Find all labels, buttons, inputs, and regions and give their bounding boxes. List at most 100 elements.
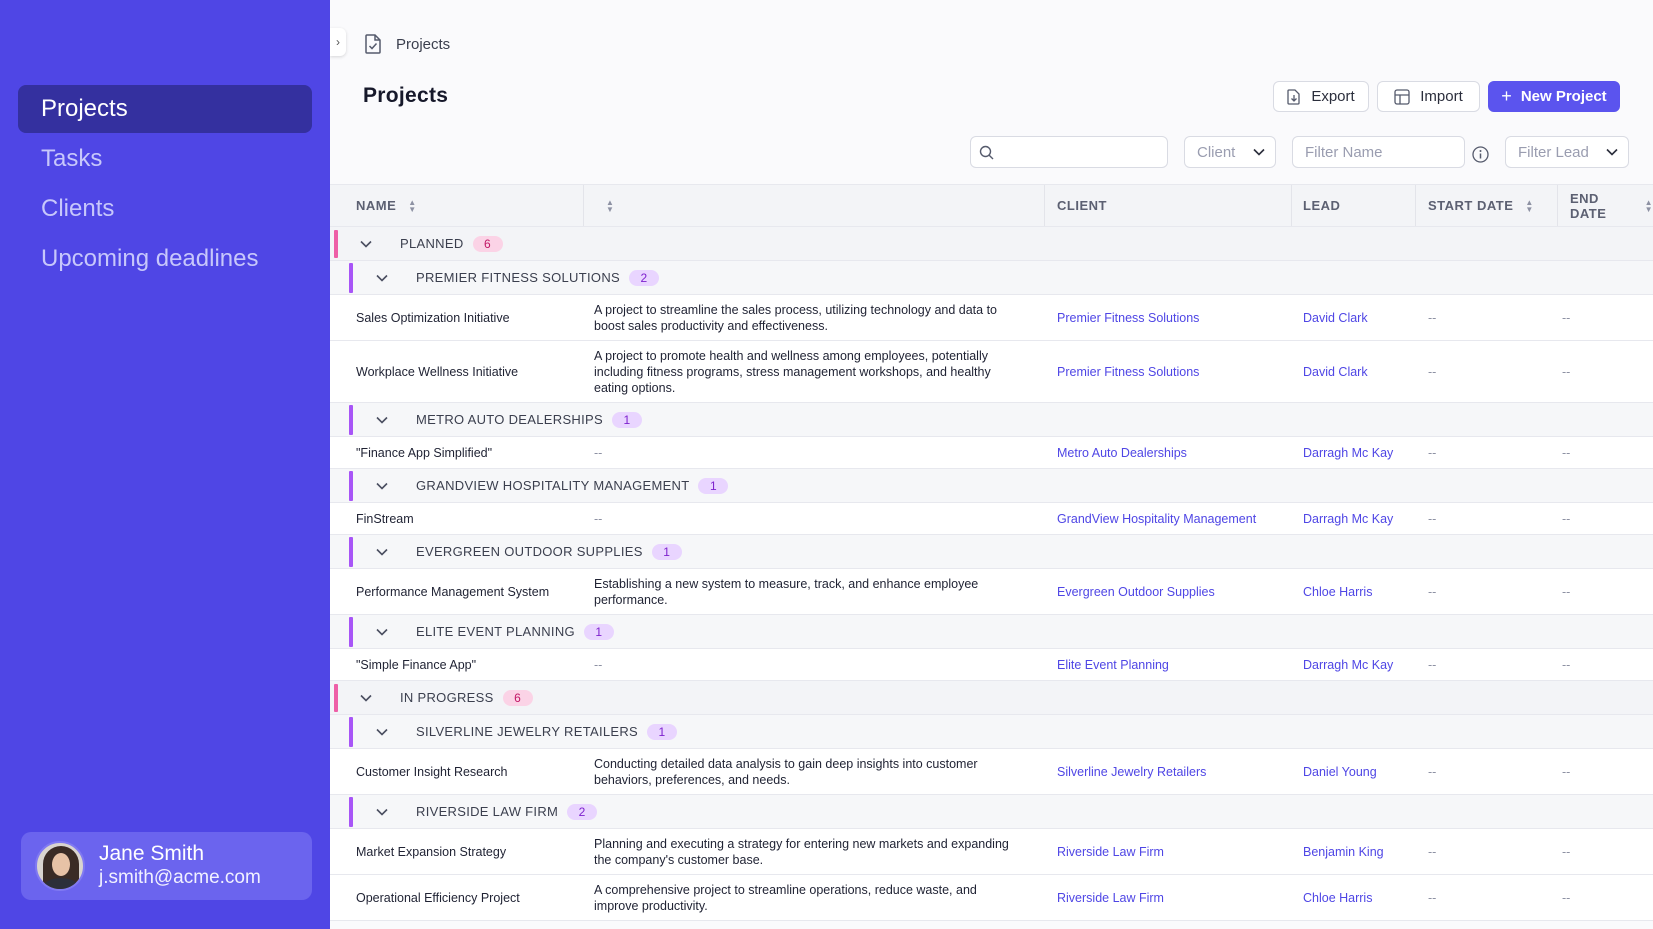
page-title: Projects (363, 84, 449, 107)
name-filter-input[interactable]: Filter Name (1292, 136, 1465, 168)
chevron-down-icon[interactable] (376, 808, 388, 816)
table-row[interactable]: Workplace Wellness Initiative A project t… (330, 341, 1653, 403)
client-group-row[interactable]: EVERGREEN OUTDOOR SUPPLIES 1 (330, 535, 1653, 569)
sort-icon[interactable]: ▲ ▼ (1645, 198, 1653, 213)
project-description: Conducting detailed data analysis to gai… (594, 756, 978, 787)
column-header-name[interactable]: NAME ▲ ▼ (356, 185, 417, 226)
export-button[interactable]: Export (1273, 81, 1369, 112)
chevron-down-icon[interactable] (360, 240, 372, 248)
sidebar-item-projects[interactable]: Projects (18, 85, 312, 133)
sidebar-toggle-button[interactable]: › (330, 28, 346, 56)
chevron-down-icon[interactable] (376, 482, 388, 490)
status-count-badge: 6 (472, 235, 503, 252)
table-row[interactable]: Market Expansion Strategy Planning and ex… (330, 829, 1653, 875)
client-group-row[interactable]: GRANDVIEW HOSPITALITY MANAGEMENT 1 (330, 469, 1653, 503)
user-email: j.smith@acme.com (99, 867, 261, 888)
client-filter-select[interactable]: Client (1184, 136, 1276, 168)
chevron-down-icon[interactable] (376, 416, 388, 424)
client-group-row[interactable]: PREMIER FITNESS SOLUTIONS 2 (330, 261, 1653, 295)
project-description: A project to promote health and wellness… (594, 348, 991, 395)
project-name[interactable]: Performance Management System (356, 569, 582, 614)
chevron-down-icon[interactable] (376, 628, 388, 636)
table-row[interactable]: Customer Insight Research Conducting deta… (330, 749, 1653, 795)
chevron-down-icon[interactable] (376, 548, 388, 556)
client-count-badge: 1 (651, 543, 682, 560)
project-end-date: -- (1562, 890, 1571, 905)
table-import-icon (1394, 88, 1410, 105)
column-header-lead[interactable]: LEAD (1303, 185, 1340, 226)
chevron-down-icon[interactable] (376, 728, 388, 736)
status-group-row[interactable]: PLANNED 6 (330, 227, 1653, 261)
column-header-description[interactable]: ▲ ▼ (594, 185, 614, 226)
project-end-date: -- (1562, 657, 1571, 672)
client-group-label: PREMIER FITNESS SOLUTIONS (416, 270, 620, 285)
project-description: -- (594, 657, 603, 672)
project-lead-link[interactable]: Darragh Mc Kay (1303, 649, 1423, 680)
table-row[interactable]: Sales Optimization Initiative A project t… (330, 295, 1653, 341)
sort-icon[interactable]: ▲ ▼ (408, 198, 416, 213)
table-row[interactable]: FinStream -- GrandView Hospitality Managem… (330, 503, 1653, 535)
column-header-client[interactable]: CLIENT (1057, 185, 1107, 226)
project-client-link[interactable]: Silverline Jewelry Retailers (1057, 749, 1292, 794)
project-start-date: -- (1428, 584, 1437, 599)
project-name[interactable]: Workplace Wellness Initiative (356, 341, 582, 402)
chevron-down-icon[interactable] (376, 274, 388, 282)
project-end-date: -- (1562, 364, 1571, 379)
name-filter-placeholder: Filter Name (1305, 143, 1383, 161)
project-end-date: -- (1562, 584, 1571, 599)
table-row[interactable]: Operational Efficiency Project A comprehe… (330, 875, 1653, 921)
client-group-row[interactable]: SILVERLINE JEWELRY RETAILERS 1 (330, 715, 1653, 749)
lead-filter-select[interactable]: Filter Lead (1505, 136, 1629, 168)
project-name[interactable]: "Simple Finance App" (356, 649, 582, 680)
project-lead-link[interactable]: David Clark (1303, 341, 1423, 402)
sidebar-item-clients[interactable]: Clients (18, 185, 312, 233)
sort-icon[interactable]: ▲ ▼ (1525, 198, 1533, 213)
project-name[interactable]: Sales Optimization Initiative (356, 295, 582, 340)
client-group-row[interactable]: RIVERSIDE LAW FIRM 2 (330, 795, 1653, 829)
project-lead-link[interactable]: Chloe Harris (1303, 569, 1423, 614)
project-start-date: -- (1428, 657, 1437, 672)
client-group-row[interactable]: ELITE EVENT PLANNING 1 (330, 615, 1653, 649)
project-name[interactable]: FinStream (356, 503, 582, 534)
project-client-link[interactable]: Premier Fitness Solutions (1057, 295, 1292, 340)
sort-icon[interactable]: ▲ ▼ (606, 198, 614, 213)
project-client-link[interactable]: Elite Event Planning (1057, 649, 1292, 680)
project-name[interactable]: Operational Efficiency Project (356, 875, 582, 920)
table-row[interactable]: Performance Management System Establishin… (330, 569, 1653, 615)
project-name[interactable]: Customer Insight Research (356, 749, 582, 794)
project-client-link[interactable]: Riverside Law Firm (1057, 829, 1292, 874)
project-lead-link[interactable]: Darragh Mc Kay (1303, 437, 1423, 468)
search-input[interactable] (970, 136, 1168, 168)
column-header-start-date[interactable]: START DATE ▲ ▼ (1428, 185, 1534, 226)
project-name[interactable]: "Finance App Simplified" (356, 437, 582, 468)
client-group-row[interactable]: METRO AUTO DEALERSHIPS 1 (330, 403, 1653, 437)
project-lead-link[interactable]: Chloe Harris (1303, 875, 1423, 920)
user-card[interactable]: Jane Smith j.smith@acme.com (21, 832, 312, 900)
project-client-link[interactable]: Evergreen Outdoor Supplies (1057, 569, 1292, 614)
client-group-label: RIVERSIDE LAW FIRM (416, 804, 559, 819)
info-icon[interactable] (1472, 146, 1489, 163)
project-client-link[interactable]: Riverside Law Firm (1057, 875, 1292, 920)
column-header-end-date[interactable]: END DATE ▲ ▼ (1570, 185, 1653, 226)
project-client-link[interactable]: GrandView Hospitality Management (1057, 503, 1292, 534)
table-row[interactable]: "Simple Finance App" -- Elite Event Planni… (330, 649, 1653, 681)
sidebar-item-tasks[interactable]: Tasks (18, 135, 312, 183)
project-lead-link[interactable]: David Clark (1303, 295, 1423, 340)
status-group-label: PLANNED (400, 236, 464, 251)
project-client-link[interactable]: Metro Auto Dealerships (1057, 437, 1292, 468)
new-project-button[interactable]: + New Project (1488, 81, 1620, 112)
status-group-row[interactable]: IN PROGRESS 6 (330, 681, 1653, 715)
sidebar-item-upcoming-deadlines[interactable]: Upcoming deadlines (18, 235, 312, 283)
table-row[interactable]: "Finance App Simplified" -- Metro Auto Dea… (330, 437, 1653, 469)
breadcrumb-label[interactable]: Projects (396, 36, 450, 53)
project-lead-link[interactable]: Darragh Mc Kay (1303, 503, 1423, 534)
client-group-label: EVERGREEN OUTDOOR SUPPLIES (416, 544, 643, 559)
client-count-badge: 2 (567, 803, 598, 820)
project-name[interactable]: Market Expansion Strategy (356, 829, 582, 874)
import-button[interactable]: Import (1377, 81, 1480, 112)
project-client-link[interactable]: Premier Fitness Solutions (1057, 341, 1292, 402)
chevron-down-icon[interactable] (360, 694, 372, 702)
project-lead-link[interactable]: Benjamin King (1303, 829, 1423, 874)
project-lead-link[interactable]: Daniel Young (1303, 749, 1423, 794)
client-group-label: ELITE EVENT PLANNING (416, 624, 575, 639)
